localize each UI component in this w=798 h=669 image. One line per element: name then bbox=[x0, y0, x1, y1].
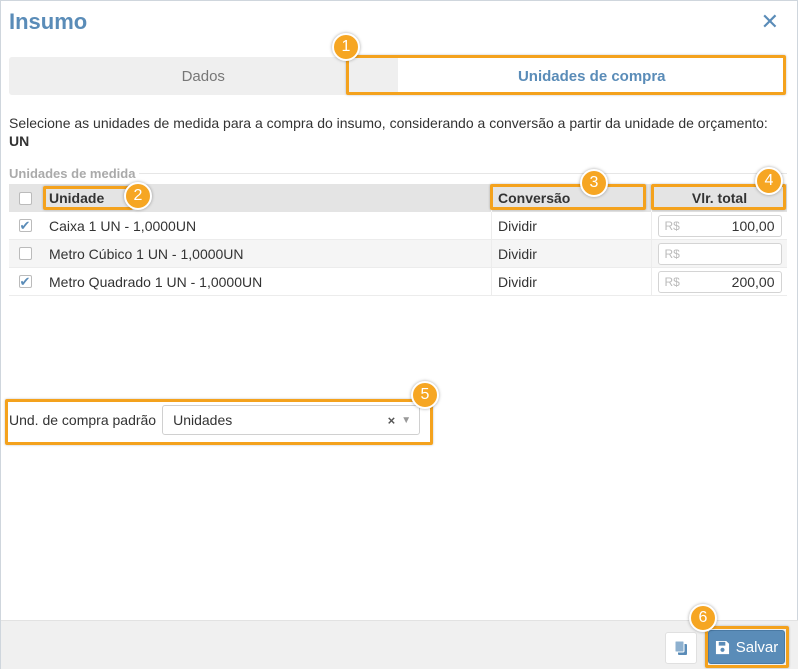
description-text: Selecione as unidades de medida para a c… bbox=[9, 115, 768, 131]
save-button[interactable]: Salvar bbox=[708, 630, 785, 664]
total-input[interactable]: R$ 200,00 bbox=[657, 270, 782, 293]
callout-badge: 6 bbox=[689, 604, 717, 632]
row-check-cell bbox=[9, 219, 41, 232]
copy-button[interactable] bbox=[665, 632, 697, 664]
default-unit-label: Und. de compra padrão bbox=[9, 412, 157, 428]
callout-badge: 1 bbox=[332, 33, 360, 61]
default-unit-value: Unidades bbox=[173, 412, 233, 428]
clear-icon[interactable]: × bbox=[388, 413, 396, 428]
row-checkbox[interactable] bbox=[18, 219, 32, 232]
total-input[interactable]: R$ bbox=[657, 242, 782, 265]
callout-badge: 3 bbox=[580, 169, 608, 197]
total-input[interactable]: R$ 100,00 bbox=[657, 214, 782, 237]
currency-symbol: R$ bbox=[664, 218, 680, 233]
table-row[interactable]: Metro Quadrado 1 UN - 1,0000UN Dividir R… bbox=[9, 268, 787, 296]
tab-unidades-de-compra[interactable]: Unidades de compra bbox=[397, 57, 786, 95]
header-conversion[interactable]: Conversão bbox=[491, 184, 651, 212]
default-unit-field: Und. de compra padrão Unidades × ▼ bbox=[9, 405, 421, 435]
row-unit: Metro Quadrado 1 UN - 1,0000UN bbox=[49, 273, 263, 290]
tab-dados[interactable]: Dados bbox=[9, 57, 398, 95]
callout-badge: 5 bbox=[411, 381, 439, 409]
select-all-checkbox[interactable] bbox=[18, 191, 32, 205]
dialog: Insumo ✕ Dados Unidades de compra Seleci… bbox=[0, 0, 798, 669]
total-value: 100,00 bbox=[731, 217, 775, 234]
table-row[interactable]: Metro Cúbico 1 UN - 1,0000UN Dividir R$ bbox=[9, 240, 787, 268]
currency-symbol: R$ bbox=[664, 246, 680, 261]
close-icon[interactable]: ✕ bbox=[761, 10, 779, 34]
section-legend: Unidades de medida bbox=[9, 166, 140, 181]
row-conversion: Dividir bbox=[491, 268, 651, 295]
header-unit[interactable]: Unidade bbox=[41, 190, 491, 206]
row-checkbox[interactable] bbox=[18, 247, 32, 260]
copy-icon bbox=[674, 640, 687, 655]
callout-badge: 4 bbox=[755, 167, 783, 195]
total-value: 200,00 bbox=[731, 273, 775, 290]
row-check-cell bbox=[9, 247, 41, 260]
chevron-down-icon[interactable]: ▼ bbox=[401, 415, 411, 426]
row-checkbox[interactable] bbox=[18, 275, 32, 288]
table-row[interactable]: Caixa 1 UN - 1,0000UN Dividir R$ 100,00 bbox=[9, 212, 787, 240]
row-conversion: Dividir bbox=[491, 240, 651, 267]
row-check-cell bbox=[9, 275, 41, 288]
dialog-title: Insumo bbox=[9, 9, 88, 34]
tab-bar: Dados Unidades de compra bbox=[9, 57, 786, 95]
row-unit: Caixa 1 UN - 1,0000UN bbox=[49, 217, 197, 234]
description: Selecione as unidades de medida para a c… bbox=[9, 114, 769, 150]
currency-symbol: R$ bbox=[664, 274, 680, 289]
save-label: Salvar bbox=[735, 638, 779, 656]
row-unit: Metro Cúbico 1 UN - 1,0000UN bbox=[49, 245, 244, 262]
row-total-cell: R$ 200,00 bbox=[651, 268, 787, 295]
budget-unit: UN bbox=[9, 133, 30, 149]
callout-badge: 2 bbox=[124, 182, 152, 210]
row-conversion: Dividir bbox=[491, 212, 651, 239]
row-total-cell: R$ 100,00 bbox=[651, 212, 787, 239]
select-all-cell bbox=[9, 191, 41, 205]
floppy-disk-icon bbox=[715, 640, 729, 654]
default-unit-select[interactable]: Unidades × ▼ bbox=[162, 405, 421, 435]
row-total-cell: R$ bbox=[651, 240, 787, 267]
